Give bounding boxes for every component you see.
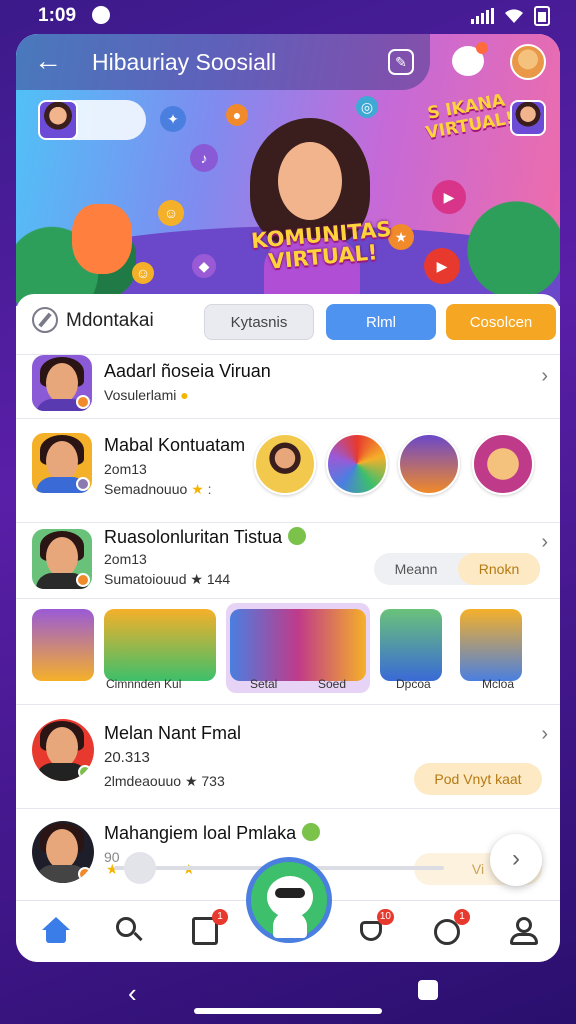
avatar (32, 529, 92, 589)
segment-option[interactable]: Meann (374, 553, 458, 585)
notification-icon (92, 6, 110, 24)
progress-knob[interactable] (124, 852, 156, 884)
story-caption: Setal (250, 677, 278, 691)
list-item[interactable]: Melan Nant Fmal 20.313 2lmdeaouuo ★ 733 … (16, 704, 560, 808)
notification-badge: 1 (454, 909, 470, 925)
verified-icon (288, 527, 307, 545)
row-title: Ruasolonluritan Tistua (104, 527, 307, 548)
floating-icon: ♪ (190, 144, 218, 172)
floating-icon: ☺ (158, 200, 184, 226)
story-card[interactable] (230, 609, 366, 681)
action-pill-button[interactable]: Pod Vnyt kaat (414, 763, 542, 795)
avatar (32, 355, 92, 411)
battery-icon (534, 6, 550, 26)
row-meta: 2om13 (104, 551, 147, 567)
story-card[interactable] (32, 609, 94, 681)
segmented-toggle: Meann Rnokn (374, 553, 540, 585)
row-meta: Sumatoiouud ★ 144 (104, 571, 231, 587)
wifi-icon (505, 9, 523, 23)
filter-chip[interactable]: Cosolcen (446, 304, 556, 340)
notification-badge: 1 (212, 909, 228, 925)
stories-strip: Cimnnden Kul Setal Soed Dpcoa Mcloa (16, 598, 560, 704)
home-icon[interactable] (40, 915, 72, 947)
story-thumb[interactable] (326, 433, 388, 495)
content-panel: Mdontakai Kytasnis Rlml Cosolcen Aadarl … (16, 294, 560, 904)
story-caption: Dpcoa (396, 677, 431, 691)
list-item[interactable]: Aadarl ñoseia Viruan Vosulerlami ● › (16, 354, 560, 418)
status-time: 1:09 (38, 5, 77, 26)
floating-icon: ◆ (192, 254, 216, 278)
compass-icon (32, 307, 58, 333)
messages-icon[interactable]: 1 (432, 909, 470, 947)
row-meta: 20.313 (104, 749, 150, 766)
gesture-handle[interactable] (194, 1008, 382, 1014)
story-thumb[interactable] (472, 433, 534, 495)
foliage-decoration (450, 166, 560, 306)
avatar (32, 433, 92, 493)
story-card[interactable] (460, 609, 522, 681)
chevron-right-icon[interactable]: › (541, 723, 548, 746)
hero-character (250, 118, 370, 306)
signal-icon (471, 8, 494, 24)
story-caption: Cimnnden Kul (106, 677, 182, 691)
edit-icon[interactable]: ✎ (388, 49, 414, 75)
floating-icon: ▶ (424, 248, 460, 284)
chevron-right-icon[interactable]: › (541, 365, 548, 388)
filter-tabs: Mdontakai Kytasnis Rlml Cosolcen (16, 294, 560, 354)
status-icons (471, 6, 550, 26)
row-meta: Semadnouuo ★ : (104, 481, 212, 497)
fox-character (72, 204, 132, 274)
app-title: Hibauriay Soosiall (92, 48, 277, 75)
story-caption: Mcloa (482, 677, 515, 691)
row-title: Melan Nant Fmal (104, 723, 242, 743)
row-meta: 2om13 (104, 461, 147, 477)
story-caption: Soed (318, 677, 347, 691)
row-title: Mahangiem loal Pmlaka (104, 823, 321, 844)
avatar (32, 719, 94, 781)
corner-avatar[interactable] (38, 100, 78, 140)
floating-icon: ▶ (432, 180, 466, 214)
row-meta: 2lmdeaouuo ★ 733 (104, 773, 225, 789)
story-card[interactable] (104, 609, 216, 681)
section-label: Mdontakai (66, 310, 154, 331)
avatar (32, 821, 94, 883)
back-arrow-icon[interactable]: ← (34, 46, 66, 78)
status-bar: 1:09 (0, 0, 576, 32)
hero-badge-title: S IKANA VIRTUAL! (424, 90, 515, 144)
search-icon[interactable] (114, 915, 146, 947)
floating-icon: ☺ (132, 262, 154, 284)
chat-mascot-icon[interactable] (452, 42, 488, 76)
story-thumb[interactable] (398, 433, 460, 495)
row-title: Mabal Kontuatam (104, 435, 246, 455)
corner-avatar[interactable] (510, 100, 546, 136)
system-home-icon[interactable] (418, 980, 438, 1000)
app-header: ← Hibauriay Soosiall (16, 34, 430, 90)
floating-icon: ● (226, 104, 248, 126)
filter-chip-active[interactable]: Rlml (326, 304, 436, 340)
feed-icon[interactable]: 1 (190, 909, 228, 947)
story-thumb[interactable] (254, 433, 316, 495)
likes-icon[interactable]: 10 (356, 909, 394, 947)
next-arrow-button[interactable]: › (490, 834, 542, 886)
app-window: ✦ ♪ ☺ ● ◎ ▶ ▶ ★ ☺ ◆ KOMUNITAS VIRTUAL! S… (16, 34, 560, 962)
verified-icon (302, 823, 321, 841)
bottom-nav: 1 10 1 (16, 857, 560, 962)
row-subtitle: Vosulerlami ● (104, 387, 189, 403)
floating-icon: ◎ (356, 96, 378, 118)
story-card[interactable] (380, 609, 442, 681)
profile-avatar-button[interactable] (510, 44, 546, 80)
notification-badge: 10 (376, 909, 394, 925)
row-title: Aadarl ñoseia Viruan (104, 361, 271, 381)
list-item[interactable]: Mabal Kontuatam 2om13 Semadnouuo ★ : (16, 418, 560, 522)
segment-option-active[interactable]: Rnokn (458, 553, 540, 585)
filter-chip[interactable]: Kytasnis (204, 304, 314, 340)
list-item[interactable]: Ruasolonluritan Tistua 2om13 Sumatoiouud… (16, 522, 560, 598)
emoji-icon: ● (180, 387, 189, 403)
profile-icon[interactable] (508, 915, 540, 947)
chevron-right-icon[interactable]: › (541, 531, 548, 554)
mascot-profile-button[interactable] (246, 857, 332, 943)
system-back-icon[interactable]: ‹ (128, 978, 137, 1009)
floating-icon: ✦ (160, 106, 186, 132)
